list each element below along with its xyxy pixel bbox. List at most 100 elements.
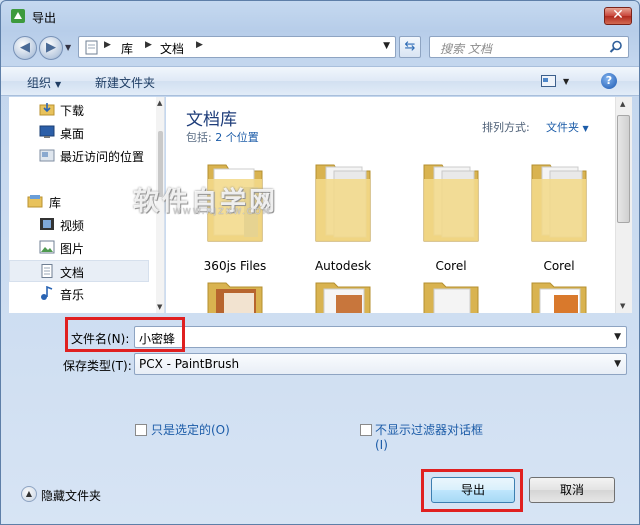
breadcrumb-separator-icon[interactable]: ▶ bbox=[104, 40, 111, 50]
forward-button[interactable]: ▶ bbox=[39, 36, 63, 60]
highlight-box bbox=[65, 317, 185, 352]
search-placeholder: 搜索 文档 bbox=[440, 42, 492, 56]
arrange-by-label: 排列方式: bbox=[482, 121, 530, 134]
sidebar-item-label: 音乐 bbox=[60, 288, 85, 302]
sidebar-item-label: 库 bbox=[49, 196, 62, 210]
close-button[interactable]: ✕ bbox=[604, 7, 632, 25]
filetype-label: 保存类型(T): bbox=[63, 359, 132, 373]
scroll-up-icon[interactable]: ▲ bbox=[620, 100, 625, 108]
breadcrumb-separator-icon[interactable]: ▶ bbox=[196, 40, 203, 50]
help-icon[interactable]: ? bbox=[601, 73, 617, 89]
filetype-value: PCX - PaintBrush bbox=[139, 357, 240, 371]
folder-icon bbox=[423, 164, 479, 242]
no-filter-dialog-label[interactable]: 不显示过滤器对话框 bbox=[375, 421, 483, 438]
filename-dropdown-icon[interactable]: ▼ bbox=[614, 332, 621, 342]
folder-name: Autodesk bbox=[314, 259, 372, 273]
no-filter-dialog-label-shortcut[interactable]: (I) bbox=[375, 438, 388, 452]
address-dropdown-icon[interactable]: ▼ bbox=[383, 41, 390, 51]
sidebar-item-desktop[interactable]: 桌面 bbox=[9, 122, 149, 144]
organize-button[interactable]: 组织 ▼ bbox=[27, 74, 61, 91]
sidebar-item-libraries[interactable]: 库 bbox=[9, 191, 149, 213]
sidebar-item-documents[interactable]: 文档 bbox=[9, 260, 149, 282]
folder-icon[interactable] bbox=[528, 281, 590, 313]
title-bar: 导出 ✕ bbox=[1, 1, 639, 31]
folder-icon bbox=[315, 164, 371, 242]
chevron-down-icon: ▼ bbox=[55, 80, 62, 89]
scroll-down-icon[interactable]: ▼ bbox=[157, 303, 162, 311]
sidebar-item-pictures[interactable]: 图片 bbox=[9, 237, 149, 259]
breadcrumb-documents[interactable]: 文档 bbox=[160, 40, 184, 57]
folder-name: Corel bbox=[543, 259, 575, 273]
folder-item[interactable]: Autodesk bbox=[298, 157, 388, 273]
filename-field[interactable]: 小密蜂 ▼ bbox=[134, 326, 627, 348]
save-options-area: 文件名(N): 小密蜂 ▼ 保存类型(T): PCX - PaintBrush … bbox=[1, 314, 639, 524]
sidebar-item-label: 最近访问的位置 bbox=[60, 150, 145, 164]
sidebar-item-recent-places[interactable]: 最近访问的位置 bbox=[9, 145, 149, 167]
folder-name: Corel bbox=[435, 259, 467, 273]
window-title: 导出 bbox=[32, 11, 57, 25]
sidebar-item-label: 文档 bbox=[60, 266, 85, 280]
hide-folders-label: 隐藏文件夹 bbox=[41, 489, 102, 503]
history-dropdown-icon[interactable]: ▼ bbox=[65, 43, 71, 52]
recent-places-icon bbox=[39, 149, 55, 162]
sidebar-item-label: 桌面 bbox=[60, 127, 85, 141]
file-list-scroll-thumb[interactable] bbox=[617, 115, 630, 223]
folder-name: 360js Files bbox=[203, 259, 267, 273]
sidebar-item-downloads[interactable]: 下载 bbox=[9, 99, 149, 121]
filetype-select[interactable]: PCX - PaintBrush ▼ bbox=[134, 353, 627, 375]
search-input[interactable]: 搜索 文档 bbox=[429, 36, 629, 58]
folder-icon[interactable] bbox=[420, 281, 482, 313]
command-bar: 组织 ▼ 新建文件夹 ▼ ? bbox=[1, 66, 639, 96]
refresh-button[interactable]: ⇆ bbox=[399, 36, 421, 58]
library-title: 文档库 bbox=[186, 110, 237, 130]
back-button[interactable]: ◀ bbox=[13, 36, 37, 60]
download-folder-icon bbox=[39, 103, 55, 116]
video-library-icon bbox=[40, 218, 54, 230]
folder-item[interactable]: Corel bbox=[514, 157, 604, 273]
scroll-down-icon[interactable]: ▼ bbox=[620, 302, 625, 310]
view-options-dropdown-icon[interactable]: ▼ bbox=[563, 77, 569, 86]
folder-icon[interactable] bbox=[312, 281, 374, 313]
includes-label: 包括: bbox=[186, 131, 212, 144]
app-icon bbox=[11, 9, 25, 23]
includes-locations-link[interactable]: 2 个位置 bbox=[215, 131, 259, 144]
folder-icon[interactable] bbox=[204, 281, 266, 313]
pictures-library-icon bbox=[39, 240, 55, 254]
documents-library-icon bbox=[41, 264, 53, 278]
no-filter-dialog-checkbox[interactable] bbox=[360, 424, 372, 436]
sidebar-item-label: 视频 bbox=[60, 219, 85, 233]
watermark-url: WWW.RJZXW.COM bbox=[173, 207, 272, 216]
folder-icon bbox=[531, 164, 587, 242]
document-location-icon bbox=[85, 40, 98, 55]
highlight-box bbox=[421, 469, 523, 512]
search-icon[interactable] bbox=[609, 40, 623, 54]
arrange-by-value: 文件夹 bbox=[546, 121, 579, 134]
folder-item[interactable]: Corel bbox=[406, 157, 496, 273]
breadcrumb-library[interactable]: 库 bbox=[121, 40, 133, 57]
music-library-icon bbox=[41, 286, 53, 300]
only-selected-checkbox[interactable] bbox=[135, 424, 147, 436]
scroll-up-icon[interactable]: ▲ bbox=[157, 99, 162, 107]
change-view-icon[interactable] bbox=[541, 75, 556, 87]
sidebar-item-videos[interactable]: 视频 bbox=[9, 214, 149, 236]
sidebar-item-label: 图片 bbox=[60, 242, 85, 256]
library-icon bbox=[27, 195, 43, 208]
cancel-button[interactable]: 取消 bbox=[529, 477, 615, 503]
desktop-icon bbox=[39, 125, 55, 138]
address-bar[interactable]: ▶ 库 ▶ 文档 ▶ ▼ bbox=[78, 36, 396, 58]
export-dialog: 导出 ✕ ◀ ▶ ▼ ▶ 库 ▶ 文档 ▶ ▼ ⇆ 搜索 文档 组织 ▼ 新建文件… bbox=[0, 0, 640, 525]
sidebar-item-label: 下载 bbox=[60, 104, 85, 118]
forward-arrow-icon: ▶ bbox=[46, 40, 56, 55]
sidebar-item-music[interactable]: 音乐 bbox=[9, 283, 149, 305]
library-includes: 包括: 2 个位置 bbox=[186, 129, 259, 145]
new-folder-button[interactable]: 新建文件夹 bbox=[95, 74, 155, 91]
chevron-up-icon: ▲ bbox=[21, 486, 37, 502]
filetype-dropdown-icon[interactable]: ▼ bbox=[614, 359, 621, 369]
only-selected-label[interactable]: 只是选定的(O) bbox=[151, 421, 230, 438]
refresh-icon: ⇆ bbox=[404, 39, 416, 54]
chevron-down-icon: ▼ bbox=[582, 124, 589, 133]
arrange-by-dropdown[interactable]: 文件夹 ▼ bbox=[546, 119, 589, 135]
breadcrumb-separator-icon[interactable]: ▶ bbox=[145, 40, 152, 50]
back-arrow-icon: ◀ bbox=[20, 40, 30, 55]
organize-label: 组织 bbox=[27, 76, 52, 90]
